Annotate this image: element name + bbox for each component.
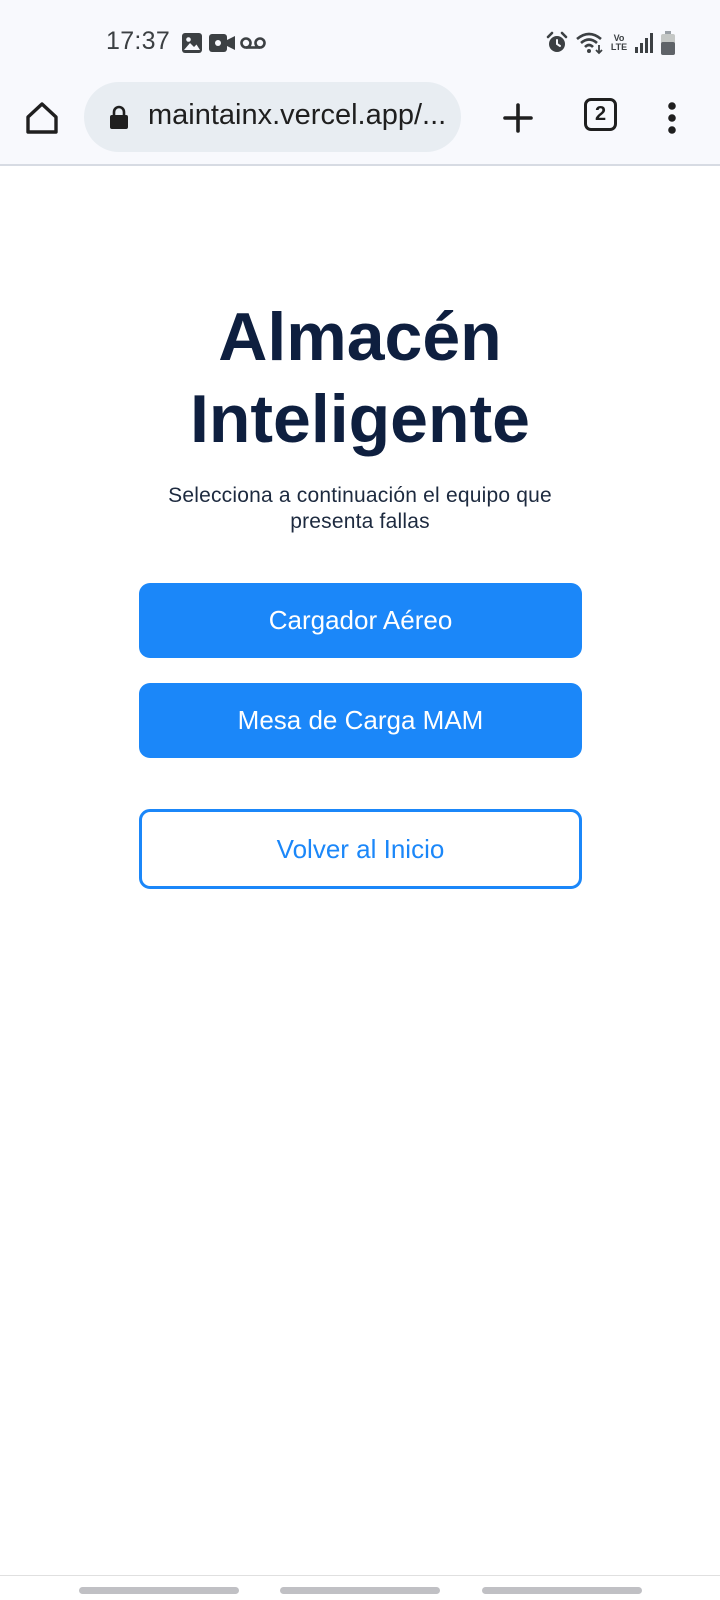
status-time: 17:37	[106, 27, 171, 55]
volte-icon: Vo LTE	[609, 28, 629, 58]
nav-back-pill[interactable]	[482, 1587, 642, 1594]
wifi-icon	[575, 28, 605, 58]
status-bar: 17:37 Vo LTE	[0, 0, 720, 84]
menu-button[interactable]	[656, 94, 688, 142]
system-nav-bar	[0, 1575, 720, 1600]
tab-count: 2	[594, 103, 607, 125]
cargador-aereo-button[interactable]: Cargador Aéreo	[139, 583, 582, 658]
page-subtitle-line2: presenta fallas	[290, 510, 430, 533]
lock-icon	[110, 105, 128, 129]
image-icon	[180, 28, 204, 58]
video-icon	[208, 28, 236, 58]
voicemail-icon	[240, 28, 266, 58]
tab-switcher-button[interactable]: 2	[584, 98, 617, 131]
page-title-line1: Almacén	[218, 299, 502, 375]
plus-icon	[503, 103, 533, 133]
alarm-icon	[545, 28, 569, 58]
home-icon	[26, 102, 58, 134]
page-subtitle: Selecciona a continuación el equipo que …	[140, 483, 580, 535]
more-vert-icon	[668, 102, 676, 134]
new-tab-button[interactable]	[494, 94, 542, 142]
page-subtitle-line1: Selecciona a continuación el equipo que	[168, 484, 552, 507]
battery-icon	[660, 28, 676, 58]
nav-home-pill[interactable]	[280, 1587, 440, 1594]
page-title: Almacén Inteligente	[0, 296, 720, 460]
page-title-line2: Inteligente	[189, 381, 531, 457]
browser-toolbar: maintainx.vercel.app/... 2	[0, 82, 720, 166]
nav-recents-pill[interactable]	[79, 1587, 239, 1594]
url-text: maintainx.vercel.app/...	[148, 99, 447, 131]
home-button[interactable]	[18, 94, 66, 142]
signal-icon	[634, 28, 656, 58]
volver-inicio-button[interactable]: Volver al Inicio	[139, 809, 582, 889]
address-bar[interactable]: maintainx.vercel.app/...	[84, 82, 461, 152]
volte-line2: LTE	[610, 42, 628, 52]
mesa-de-carga-button[interactable]: Mesa de Carga MAM	[139, 683, 582, 758]
